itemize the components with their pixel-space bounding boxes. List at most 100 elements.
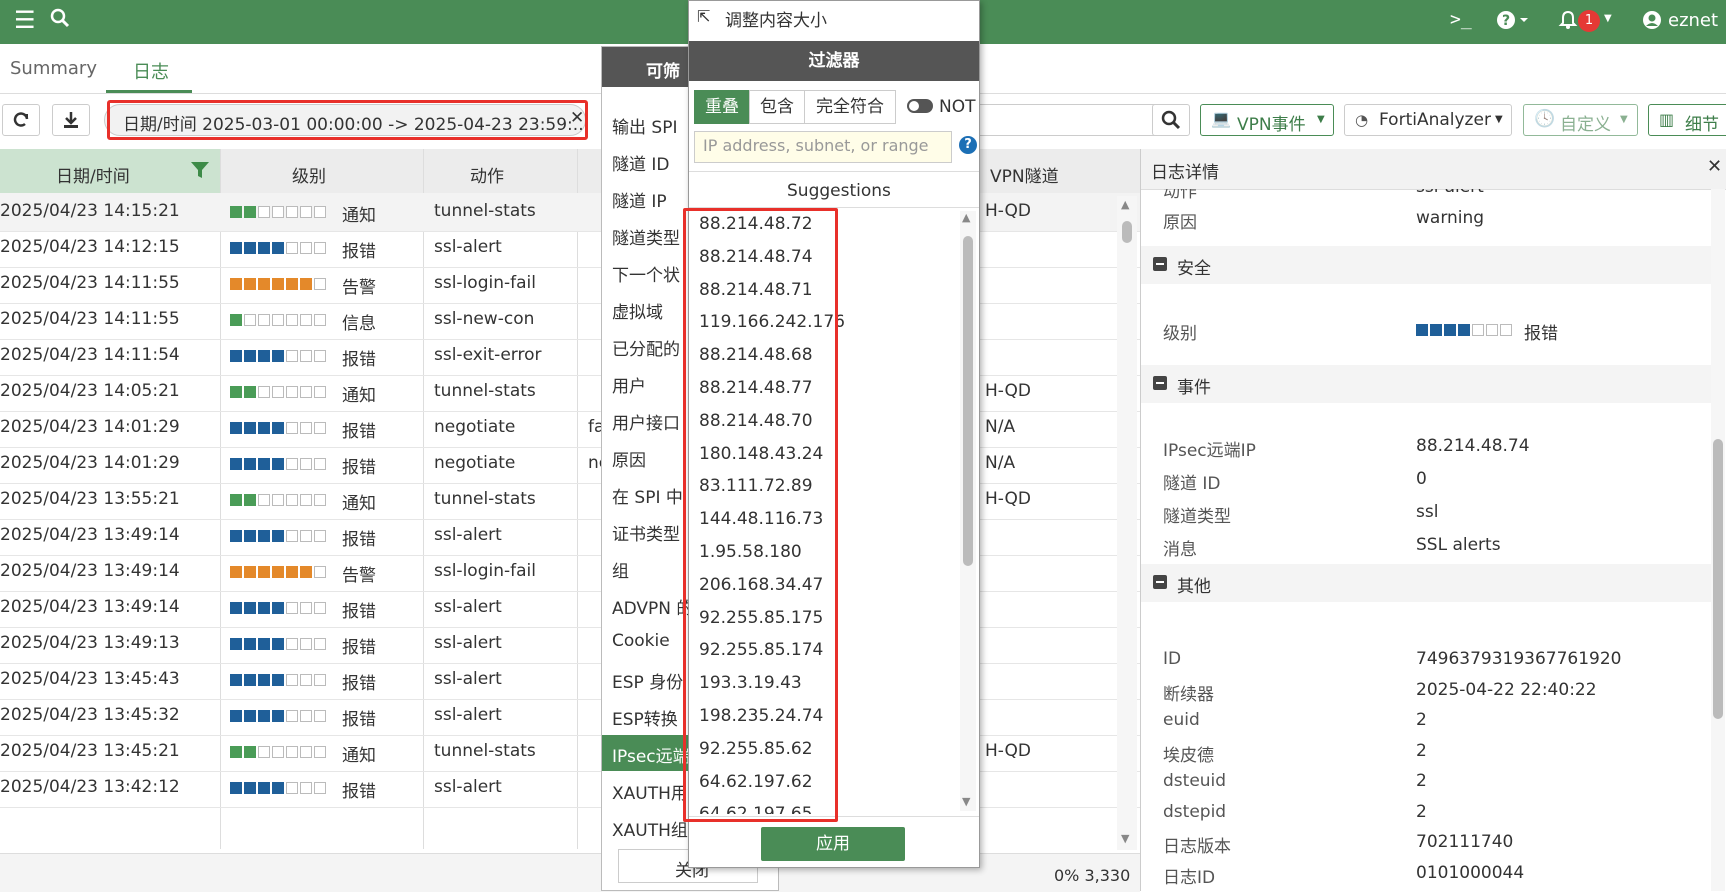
level-square [300,746,312,758]
filter-field-item[interactable]: IPsec远端 [612,742,690,767]
level-square [258,530,270,542]
column-header-vpn-tunnel[interactable]: VPN隧道 [990,162,1059,187]
filter-field-item[interactable]: 隧道 IP [612,187,667,212]
level-indicator [230,350,328,362]
filter-field-item[interactable]: 组 [612,557,629,582]
cell-vpn-tunnel: H-QD [985,741,1032,761]
filter-field-item[interactable]: 输出 SPI [612,113,677,138]
cell-level: 通知 [342,746,376,766]
scroll-thumb[interactable] [963,236,973,566]
scroll-up-icon[interactable]: ▲ [1121,198,1129,211]
resize-content-link[interactable]: 调整内容大小 [725,6,827,31]
column-header-datetime[interactable]: 日期/时间 [56,162,130,187]
close-icon[interactable]: ✕ [1707,156,1722,177]
details-scrollbar[interactable] [1711,189,1725,891]
level-square [300,278,312,290]
cell-action: tunnel-stats [434,381,536,401]
search-input[interactable] [978,104,1156,136]
ip-filter-input[interactable]: IP address, subnet, or range [694,131,952,163]
filter-field-item[interactable]: ADVPN 的 [612,594,693,619]
level-indicator [1416,324,1514,336]
cell-datetime: 2025/04/23 13:45:32 [0,705,180,725]
filter-field-item[interactable]: 隧道 ID [612,150,670,175]
help-icon[interactable]: ? [1496,10,1530,35]
level-square [244,674,256,686]
refresh-button[interactable] [2,104,40,136]
scroll-thumb[interactable] [1713,439,1723,719]
search-icon [1161,110,1181,130]
filter-field-item[interactable]: 下一个状 [612,261,680,286]
level-square [1444,324,1456,336]
bell-icon[interactable] [1558,10,1578,35]
tab-logs[interactable]: 日志 [133,58,169,84]
tab-summary[interactable]: Summary [10,58,97,79]
user-icon[interactable] [1642,10,1662,35]
filter-icon[interactable] [190,160,210,184]
level-square [258,494,270,506]
filter-field-item[interactable]: XAUTH用 [612,779,688,804]
filter-field-item[interactable]: ESP 身份 [612,668,683,693]
apply-button[interactable]: 应用 [761,827,905,861]
download-button[interactable] [52,104,90,136]
level-square [1486,324,1498,336]
custom-button[interactable]: 🕓 自定义 ▼ [1523,104,1638,136]
cell-action: tunnel-stats [434,489,536,509]
menu-icon[interactable]: ☰ [14,6,36,34]
not-toggle[interactable] [907,99,933,113]
mode-exact-button[interactable]: 完全符合 [804,90,896,124]
level-square [258,602,270,614]
level-square [258,350,270,362]
filter-field-item[interactable]: 已分配的 [612,335,680,360]
level-square [272,386,284,398]
filter-field-item[interactable]: 用户 [612,372,646,397]
filter-field-item[interactable]: 证书类型 [612,520,680,545]
cell-action: ssl-alert [434,669,502,689]
scroll-down-icon[interactable]: ▼ [962,795,970,808]
column-header-level[interactable]: 级别 [292,162,326,187]
help-icon[interactable]: ? [959,136,977,154]
cell-action: ssl-new-con [434,309,535,329]
scroll-down-icon[interactable]: ▼ [1121,832,1129,845]
table-scrollbar[interactable]: ▲ ▼ [1117,196,1137,850]
search-button[interactable] [1152,104,1190,136]
cell-level: 报错 [342,242,376,262]
section-security[interactable]: 安全 [1141,246,1721,284]
refresh-icon [13,112,29,127]
scroll-up-icon[interactable]: ▲ [962,211,970,224]
mode-contains-button[interactable]: 包含 [749,90,805,124]
collapse-icon [1153,257,1167,271]
search-icon[interactable] [50,8,70,33]
scroll-thumb[interactable] [1122,221,1132,243]
level-square [286,386,298,398]
not-toggle-label: NOT [939,97,976,117]
detail-value: warning [1416,208,1485,228]
filter-field-item[interactable]: XAUTH组 [612,816,688,841]
level-square [314,530,326,542]
collapse-icon [1153,376,1167,390]
detail-label: 隧道 ID [1163,474,1221,494]
section-event[interactable]: 事件 [1141,365,1721,403]
filter-field-item[interactable]: 隧道类型 [612,224,680,249]
filter-field-item[interactable]: 用户接口 [612,409,680,434]
filter-field-item[interactable]: 在 SPI 中 [612,483,683,508]
detail-label: IPsec远端IP [1163,441,1256,461]
source-selector[interactable]: ◔ FortiAnalyzer ▼ [1344,104,1512,136]
chevron-down-icon: ▼ [1620,114,1628,125]
level-square [1500,324,1512,336]
suggestions-scrollbar[interactable]: ▲ ▼ [960,211,976,811]
vpn-events-button[interactable]: 💻 VPN事件 ▼ [1200,104,1334,136]
filter-field-item[interactable]: 虚拟域 [612,298,663,323]
column-header-action[interactable]: 动作 [470,162,504,187]
section-other[interactable]: 其他 [1141,564,1721,602]
filter-field-item[interactable]: ESP转换 [612,705,678,730]
cell-action: tunnel-stats [434,201,536,221]
details-toggle-button[interactable]: ▥ 细节 [1648,104,1726,136]
terminal-icon[interactable]: >_ [1450,9,1472,30]
mode-overlap-button[interactable]: 重叠 [694,90,750,124]
filter-field-item[interactable]: 原因 [612,446,646,471]
detail-label: 断续器 [1163,684,1214,705]
filter-field-item[interactable]: Cookie [612,631,670,651]
level-square [230,242,242,254]
username[interactable]: eznet [1668,10,1718,31]
cell-level: 告警 [342,566,376,586]
